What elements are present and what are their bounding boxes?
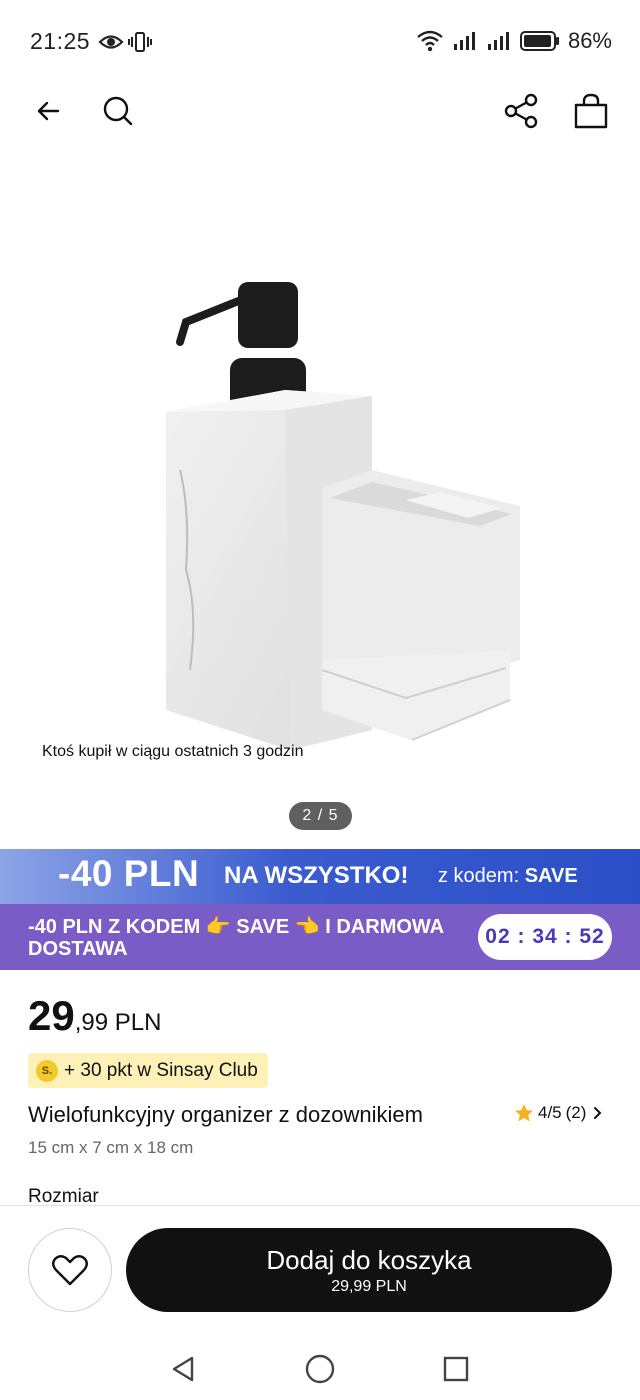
top-navigation xyxy=(0,86,640,136)
size-label: Rozmiar xyxy=(28,1186,99,1206)
club-coin-icon: S. xyxy=(36,1059,58,1082)
heart-icon xyxy=(52,1255,88,1286)
square-recents-icon xyxy=(443,1356,469,1382)
promo-code-label: z kodem: SAVE xyxy=(438,865,578,888)
battery-percentage: 86% xyxy=(567,28,612,53)
share-icon xyxy=(504,93,538,129)
signal-icon xyxy=(487,32,509,50)
countdown-bar: -40 PLN Z KODEM 👉 SAVE 👈 I DARMOWA DOSTA… xyxy=(0,904,640,970)
rating-value: 4/5 xyxy=(538,1103,562,1122)
star-icon xyxy=(515,1104,533,1122)
system-back-button[interactable] xyxy=(163,1349,203,1389)
eye-icon xyxy=(98,35,124,49)
countdown-timer: 02 : 34 : 52 xyxy=(478,914,612,960)
chevron-right-icon xyxy=(594,1107,602,1119)
promo-amount: -40 PLN xyxy=(58,853,200,894)
system-navigation-bar xyxy=(0,1333,640,1400)
product-title: Wielofunkcyjny organizer z dozownikiem xyxy=(28,1102,423,1127)
status-right-icons: 86% xyxy=(416,28,612,54)
add-to-cart-button[interactable]: Dodaj do koszyka 29,99 PLN xyxy=(126,1228,612,1312)
add-to-cart-price: 29,99 PLN xyxy=(331,1277,407,1295)
promo-code: SAVE xyxy=(524,865,578,887)
wishlist-button[interactable] xyxy=(28,1228,112,1312)
share-button[interactable] xyxy=(496,86,546,136)
product-dimensions: 15 cm x 7 cm x 18 cm xyxy=(28,1138,194,1157)
social-proof-text: Ktoś kupił w ciągu ostatnich 3 godzin xyxy=(42,743,304,760)
bottom-action-bar: Dodaj do koszyka 29,99 PLN xyxy=(0,1205,640,1333)
countdown-text: -40 PLN Z KODEM 👉 SAVE 👈 I DARMOWA DOSTA… xyxy=(28,916,444,960)
shopping-bag-button[interactable] xyxy=(566,86,616,136)
search-icon xyxy=(103,96,133,126)
price-integer: 29 xyxy=(28,992,75,1039)
rating-count: (2) xyxy=(565,1103,587,1122)
product-gallery[interactable]: Ktoś kupił w ciągu ostatnich 3 godzin 2 … xyxy=(0,140,640,845)
promo-headline: NA WSZYSTKO! xyxy=(224,862,409,889)
product-image xyxy=(166,282,520,750)
product-rating[interactable]: 4/5 (2) xyxy=(514,1103,606,1123)
club-points-text: + 30 pkt w Sinsay Club xyxy=(64,1059,258,1081)
price-decimal: ,99 PLN xyxy=(74,1009,162,1036)
status-left-icons xyxy=(98,30,152,54)
system-home-button[interactable] xyxy=(300,1349,340,1389)
club-points-badge: S. + 30 pkt w Sinsay Club xyxy=(28,1053,268,1088)
shopping-bag-icon xyxy=(574,93,608,129)
triangle-back-icon xyxy=(172,1356,194,1382)
promo-code-prefix: z kodem: xyxy=(438,865,520,887)
status-bar: 21:25 86% xyxy=(0,0,640,86)
search-button[interactable] xyxy=(93,86,143,136)
back-arrow-icon xyxy=(37,101,60,121)
system-recents-button[interactable] xyxy=(436,1349,476,1389)
promo-banner[interactable]: -40 PLN NA WSZYSTKO! z kodem: SAVE xyxy=(0,849,640,904)
circle-home-icon xyxy=(305,1354,335,1384)
wifi-icon xyxy=(417,30,443,52)
battery-icon xyxy=(519,31,559,51)
back-button[interactable] xyxy=(23,86,73,136)
status-time: 21:25 xyxy=(30,28,91,54)
vibrate-icon xyxy=(128,32,152,52)
gallery-page-indicator: 2 / 5 xyxy=(289,802,352,830)
signal-icon xyxy=(453,32,475,50)
product-price: 29 ,99 PLN xyxy=(28,992,161,1040)
add-to-cart-label: Dodaj do koszyka xyxy=(266,1244,472,1275)
